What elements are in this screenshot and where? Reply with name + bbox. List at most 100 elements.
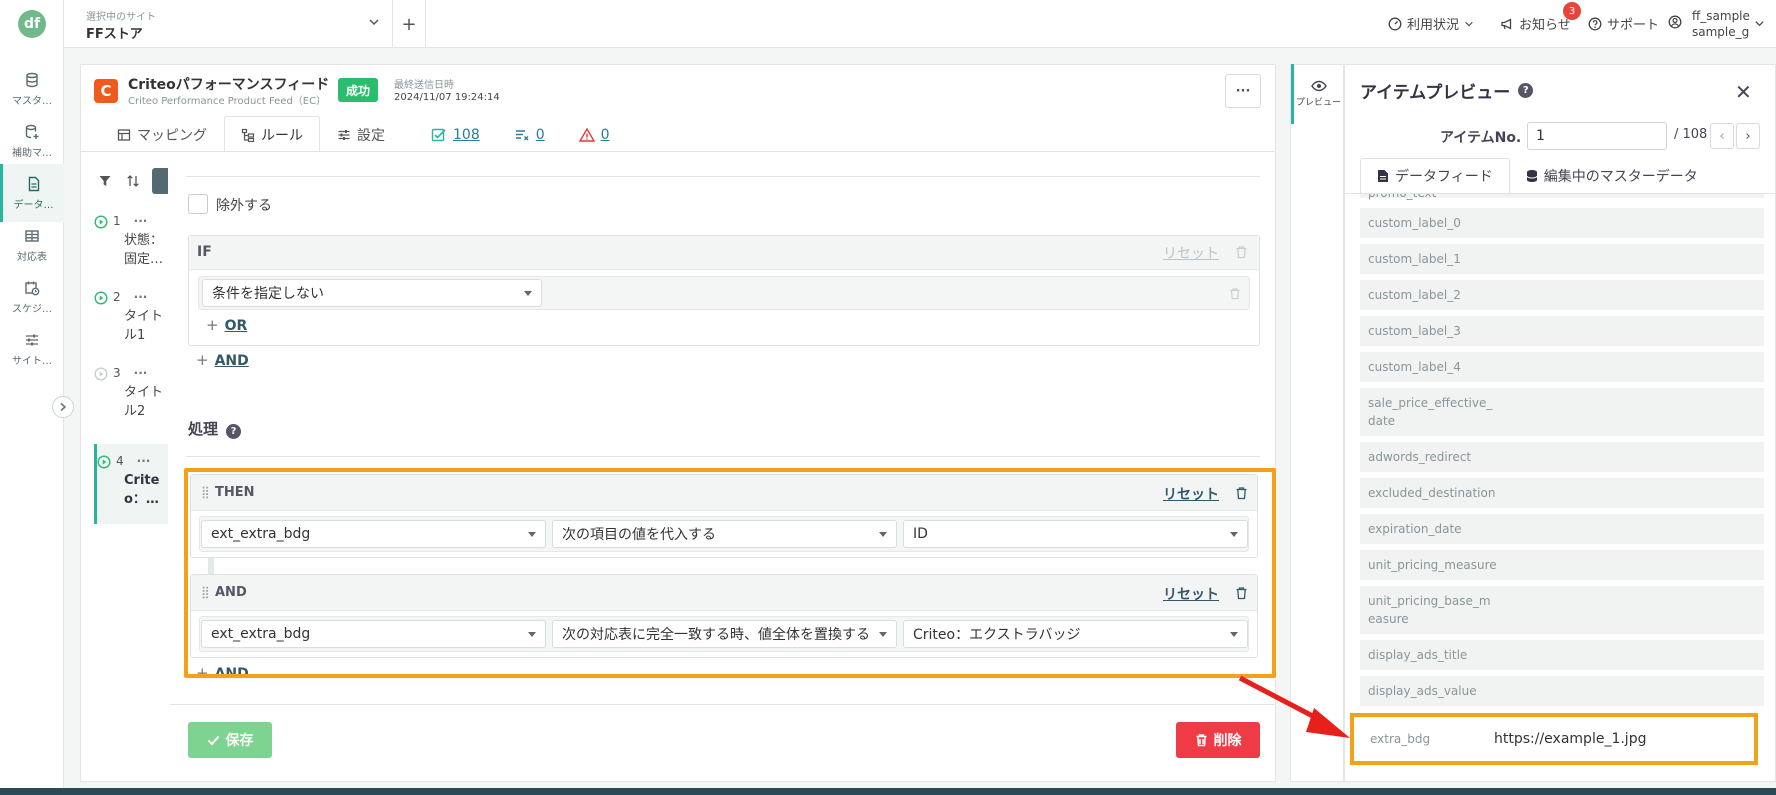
if-block-header: IF リセット [189,236,1259,270]
next-item-button[interactable]: › [1736,123,1760,149]
rule-menu-icon[interactable]: ··· [134,288,148,307]
rule-item[interactable]: 1 ··· 状態：固定… [94,212,168,269]
trash-icon[interactable] [1235,245,1248,259]
filter-icon[interactable] [98,174,112,188]
list-item: custom_label_2 [1360,280,1764,312]
help-icon[interactable]: ? [226,424,242,439]
document-icon [26,176,42,192]
rail-item-master[interactable]: マスタ… [0,60,64,118]
warning-icon [578,127,595,143]
tab-editing-master[interactable]: 編集中のマスターデータ [1510,158,1714,194]
usage-menu[interactable]: 利用状況 [1388,14,1474,33]
support-menu[interactable]: サポート [1588,14,1659,33]
chevron-down-icon[interactable] [368,16,380,28]
trash-icon[interactable] [1229,287,1241,300]
annotation-arrow-icon [1238,675,1350,738]
field-key: display_ads_title [1368,648,1468,662]
list-item: unit_pricing_measure [1360,550,1764,582]
preview-strip-label: プレビュー [1295,98,1341,108]
feed-tabs: マッピング ルール 設定 108 0 0 [100,116,627,152]
rail-item-aux-master[interactable]: 補助マ… [0,112,64,170]
list-item: expiration_date [1360,514,1764,546]
prev-item-button[interactable]: ‹ [1710,123,1734,149]
last-sent-caption: 最終送信日時 [394,80,454,91]
close-icon[interactable]: ✕ [1735,80,1752,104]
list-item: display_ads_title [1360,640,1764,672]
list-item: custom_label_3 [1360,316,1764,348]
rail-item-data-feed[interactable]: データ… [0,164,64,222]
add-or-button[interactable]: + OR [206,316,247,334]
preview-tabs: データフィード 編集中のマスターデータ [1360,158,1714,194]
tab-rules[interactable]: ルール [224,116,320,152]
rule-item[interactable]: 2 ··· タイトル1 [94,288,168,345]
add-site-button[interactable]: + [392,0,426,48]
sort-icon[interactable] [126,174,140,188]
tab-valid-items[interactable]: 108 [402,116,497,152]
sliders-icon [337,128,351,142]
extra-bdg-key: extra_bdg [1370,732,1431,746]
tab-settings[interactable]: 設定 [320,116,402,152]
rule-menu-icon[interactable]: ··· [134,364,148,383]
preview-title: アイテムプレビュー [1360,83,1511,103]
news-label: お知らせ [1519,18,1571,33]
site-caption: 選択中のサイト [86,12,156,23]
rail-item-mapping-table[interactable]: 対応表 [0,216,64,274]
rail-expand-button[interactable] [52,396,74,418]
field-key: custom_label_1 [1368,252,1461,266]
rail-item-site-settings[interactable]: サイト… [0,320,64,378]
calendar-clock-icon [24,280,40,296]
item-no-input[interactable]: 1 [1527,122,1667,150]
rule-tree-icon [241,128,255,142]
user-icon [1668,15,1682,29]
news-menu[interactable]: お知らせ [1500,14,1571,33]
tab-data-feed[interactable]: データフィード [1360,158,1510,194]
feed-field-list: promo_text custom_label_0 custom_label_1… [1360,194,1764,714]
valid-count: 108 [453,126,480,143]
preview-toggle[interactable]: プレビュー [1291,64,1343,124]
rail-label: データ… [13,199,54,211]
tab-mapping[interactable]: マッピング [100,116,224,152]
rule-title: タイトル2 [124,385,164,419]
rule-title: Criteo：… [124,473,160,507]
tab-excluded-items[interactable]: 0 [497,116,562,152]
play-circle-icon [97,454,111,469]
list-item: unit_pricing_base_measure [1360,586,1764,636]
condition-value: 条件を指定しない [212,286,324,302]
rule-menu-icon[interactable]: ··· [134,212,148,231]
rule-item-selected[interactable]: 4 ··· Criteo：… [94,444,168,524]
filter-x-icon [514,127,530,143]
if-reset-link[interactable]: リセット [1163,243,1219,263]
mapping-icon [117,128,131,142]
divider [186,456,1260,457]
save-button[interactable]: 保存 [188,722,272,758]
criteo-logo: C [94,79,118,103]
add-and-condition-button[interactable]: + AND [196,351,249,369]
field-key: promo_text [1368,194,1498,202]
condition-select[interactable]: 条件を指定しない [202,279,542,307]
field-key: custom_label_3 [1368,324,1461,338]
site-selector[interactable]: 選択中のサイト FFストア [86,8,386,42]
exclude-checkbox[interactable] [188,194,208,214]
rail-item-schedule[interactable]: スケジ… [0,268,64,326]
tab-label: データフィード [1395,169,1493,185]
app-logo[interactable]: df [18,10,46,38]
rule-item[interactable]: 3 ··· タイトル2 [94,364,168,421]
database-icon [24,72,40,88]
tab-error-items[interactable]: 0 [562,116,627,152]
highlight-frame-extra-bdg: extra_bdg https://example_1.jpg [1350,713,1758,765]
item-total: / 108 [1674,127,1708,142]
field-key: sale_price_effective_date [1368,396,1493,428]
more-menu-button[interactable]: ··· [1225,74,1261,108]
plus-icon: + [401,13,417,35]
highlight-frame-rules [184,468,1276,678]
list-item: excluded_destination [1360,478,1764,510]
rule-menu-icon[interactable]: ··· [137,452,151,471]
chevron-right-icon: › [1745,128,1751,144]
help-icon[interactable]: ? [1518,83,1534,98]
process-title: 処理 [188,420,219,438]
field-key: expiration_date [1368,522,1462,536]
chevron-down-icon[interactable] [1754,18,1765,29]
site-name: FFストア [86,27,143,42]
feed-subtitle: Criteo Performance Product Feed（EC） [128,96,327,107]
add-rule-button[interactable] [152,168,168,194]
